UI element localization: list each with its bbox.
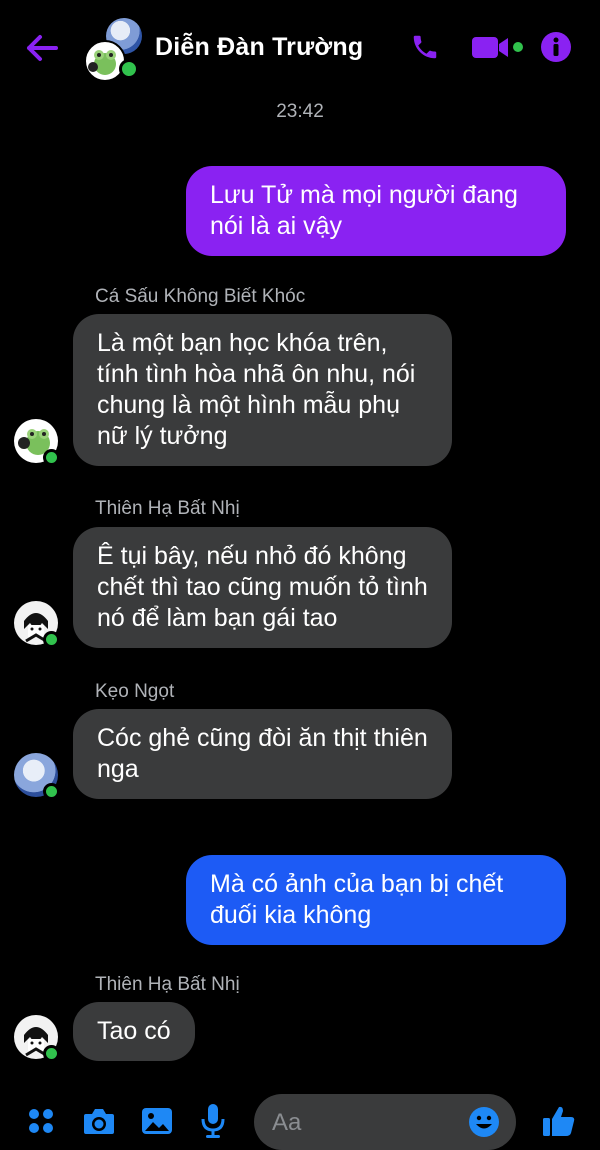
member-avatar-2 bbox=[84, 40, 126, 82]
incoming-message-bubble[interactable]: Tao có bbox=[73, 1002, 195, 1061]
online-status-dot bbox=[43, 449, 60, 466]
outgoing-message-bubble[interactable]: Mà có ảnh của bạn bị chết đuối kia không bbox=[186, 855, 566, 945]
sender-name: Kẹo Ngọt bbox=[95, 681, 175, 702]
apps-grid-icon[interactable] bbox=[24, 1103, 58, 1139]
info-icon[interactable] bbox=[538, 28, 574, 66]
message-input[interactable] bbox=[270, 1104, 464, 1142]
incoming-message-bubble[interactable]: Ê tụi bây, nếu nhỏ đó không chết thì tao… bbox=[73, 527, 452, 648]
sender-name: Cá Sấu Không Biết Khóc bbox=[95, 286, 306, 307]
incoming-message-bubble[interactable]: Cóc ghẻ cũng đòi ăn thịt thiên nga bbox=[73, 709, 452, 799]
message-input-box[interactable] bbox=[254, 1094, 516, 1150]
chat-title[interactable]: Diễn Đàn Trường bbox=[155, 33, 363, 62]
image-gallery-icon[interactable] bbox=[138, 1103, 176, 1139]
chat-header: Diễn Đàn Trường bbox=[0, 0, 600, 95]
online-status-dot bbox=[43, 783, 60, 800]
phone-icon[interactable] bbox=[408, 28, 442, 66]
group-avatar[interactable] bbox=[84, 18, 148, 82]
thumbs-up-icon[interactable] bbox=[540, 1101, 578, 1141]
online-status-dot bbox=[119, 59, 139, 79]
online-status-dot bbox=[43, 631, 60, 648]
microphone-icon[interactable] bbox=[196, 1101, 230, 1141]
sender-name: Thiên Hạ Bất Nhị bbox=[95, 974, 240, 995]
online-status-dot bbox=[43, 1045, 60, 1062]
sender-name: Thiên Hạ Bất Nhị bbox=[95, 498, 240, 519]
outgoing-message-bubble[interactable]: Lưu Tử mà mọi người đang nói là ai vậy bbox=[186, 166, 566, 256]
camera-icon[interactable] bbox=[80, 1103, 118, 1139]
back-arrow-icon[interactable] bbox=[24, 30, 60, 66]
emoji-icon[interactable] bbox=[466, 1104, 502, 1140]
video-camera-icon[interactable] bbox=[470, 28, 526, 66]
message-timestamp: 23:42 bbox=[276, 101, 324, 122]
incoming-message-bubble[interactable]: Là một bạn học khóa trên, tính tình hòa … bbox=[73, 314, 452, 466]
